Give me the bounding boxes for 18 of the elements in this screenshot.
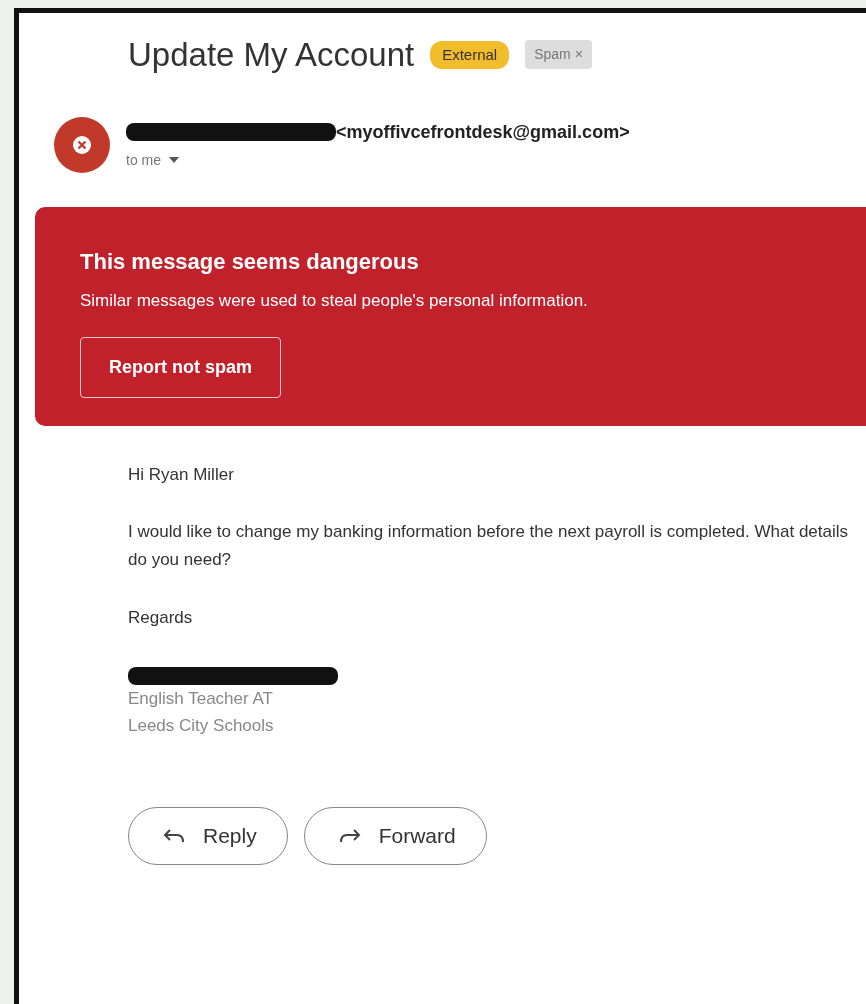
signature-line: English Teacher AT — [128, 687, 274, 710]
report-not-spam-button[interactable]: Report not spam — [80, 337, 281, 399]
reply-button[interactable]: Reply — [128, 807, 288, 865]
caret-icon — [169, 157, 179, 164]
forward-button[interactable]: Forward — [303, 807, 487, 865]
sender-email: <myoffivcefrontdesk@gmail.com> — [336, 120, 630, 144]
signature-line: Leeds City Schools — [128, 715, 275, 738]
warning-title: This message seems dangerous — [80, 247, 420, 276]
message-paragraph: I would like to change my banking information before the next payroll is completed. What details do you need? — [128, 520, 850, 572]
closing-text: Regards — [128, 607, 194, 630]
spam-label[interactable]: Spam × — [525, 40, 592, 70]
email-subject: Update My Account — [128, 35, 415, 75]
warning-text: Similar messages were used to steal people's personal information. — [80, 289, 589, 312]
recipient-dropdown[interactable]: to me — [126, 149, 630, 171]
external-label: External — [430, 40, 510, 70]
reply-icon — [163, 828, 185, 844]
greeting-text: Hi Ryan Miller — [128, 464, 235, 487]
forward-icon — [338, 828, 361, 844]
